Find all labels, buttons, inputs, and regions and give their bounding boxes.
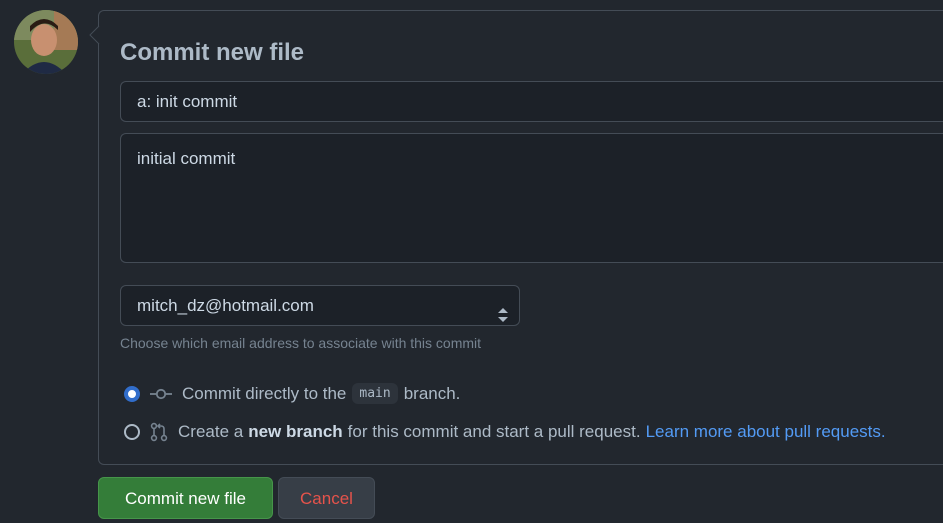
commit-new-file-button[interactable]: Commit new file xyxy=(98,477,273,519)
git-pull-request-icon xyxy=(150,422,168,442)
box-caret xyxy=(89,26,107,44)
email-select[interactable]: mitch_dz@hotmail.com xyxy=(120,285,520,326)
git-commit-icon xyxy=(150,386,172,402)
select-arrows-icon xyxy=(497,298,509,337)
new-branch-bold: new branch xyxy=(248,422,343,441)
commit-direct-radio[interactable] xyxy=(124,385,140,402)
commit-description-textarea[interactable]: initial commit xyxy=(120,133,943,263)
new-branch-option[interactable]: Create a new branch for this commit and … xyxy=(124,422,886,442)
email-hint: Choose which email address to associate … xyxy=(120,335,482,351)
branch-name: main xyxy=(352,383,398,404)
email-select-value: mitch_dz@hotmail.com xyxy=(137,296,314,315)
commit-direct-prefix: Commit directly to the xyxy=(182,383,347,403)
commit-direct-suffix: branch. xyxy=(403,383,461,403)
cancel-button[interactable]: Cancel xyxy=(278,477,375,519)
commit-direct-option[interactable]: Commit directly to the main branch. xyxy=(124,383,460,404)
commit-summary-input[interactable] xyxy=(120,81,943,122)
new-branch-prefix: Create a xyxy=(178,422,244,441)
avatar[interactable] xyxy=(14,10,78,74)
new-branch-radio[interactable] xyxy=(124,424,140,440)
learn-more-pull-requests-link[interactable]: Learn more about pull requests. xyxy=(646,422,886,442)
form-title: Commit new file xyxy=(120,39,305,66)
new-branch-suffix: for this commit and start a pull request… xyxy=(347,422,641,441)
